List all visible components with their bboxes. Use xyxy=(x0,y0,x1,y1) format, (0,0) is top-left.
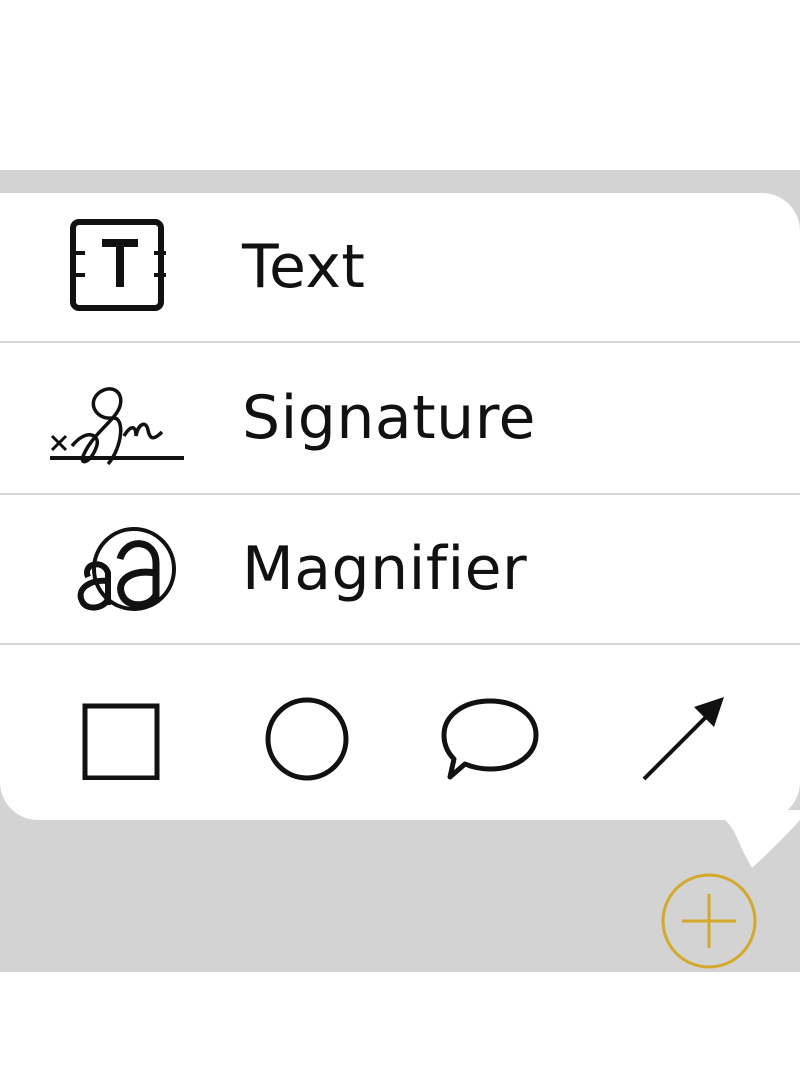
divider xyxy=(0,643,800,645)
square-shape-icon xyxy=(82,703,160,780)
circle-shape-icon xyxy=(265,697,349,781)
menu-item-magnifier[interactable]: Magnifier xyxy=(0,495,800,643)
signature-icon xyxy=(50,368,190,468)
menu-item-signature[interactable]: Signature xyxy=(0,343,800,493)
menu-item-label: Magnifier xyxy=(242,534,528,604)
popover-tail xyxy=(722,810,800,868)
arrow-shape-icon xyxy=(642,697,724,781)
menu-item-label: Signature xyxy=(242,383,536,453)
speech-bubble-shape-button[interactable] xyxy=(435,680,545,790)
markup-screen: Text Signature Magnifier xyxy=(0,0,800,1067)
plus-circle-icon xyxy=(661,873,757,969)
text-box-icon xyxy=(50,217,190,317)
circle-shape-button[interactable] xyxy=(255,680,355,790)
magnifier-icon xyxy=(50,519,190,619)
menu-item-label: Text xyxy=(242,232,366,302)
arrow-shape-button[interactable] xyxy=(625,680,735,790)
square-shape-button[interactable] xyxy=(70,680,170,790)
add-markup-button[interactable] xyxy=(660,872,758,970)
menu-item-text[interactable]: Text xyxy=(0,193,800,341)
speech-bubble-shape-icon xyxy=(441,698,539,780)
